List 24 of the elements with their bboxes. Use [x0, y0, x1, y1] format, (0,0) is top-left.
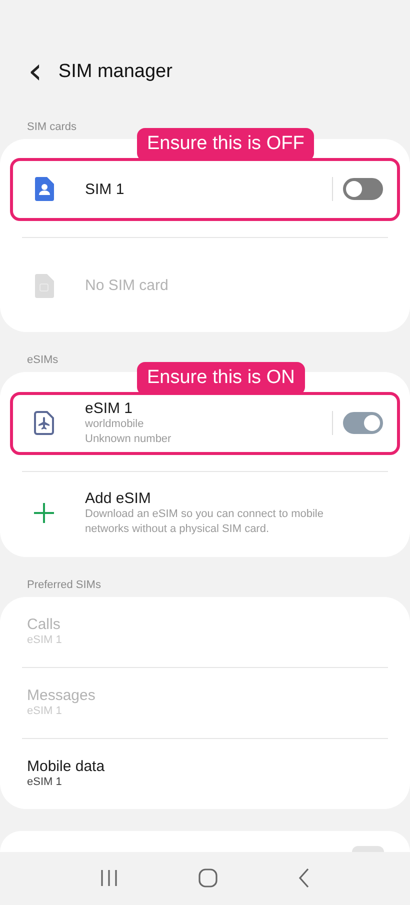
row-subtitle: eSIM 1	[27, 774, 63, 790]
row-title[interactable]: eSIM 1	[85, 400, 332, 417]
callout-label: Ensure this is OFF	[137, 128, 314, 161]
sim-card-person-icon	[34, 177, 54, 202]
row-subtitle: Download an eSIM so you can connect to mobile networks without a physical SIM card.	[85, 506, 324, 537]
back-button[interactable]: ‹	[22, 56, 48, 88]
row-subtitle: Unknown number	[85, 432, 172, 447]
page-title: SIM manager	[58, 61, 172, 83]
row-title[interactable]: SIM 1	[85, 180, 332, 198]
sim-card-icon	[34, 274, 54, 298]
row-title[interactable]: Mobile data	[27, 758, 383, 775]
section-label: eSIMs	[27, 354, 60, 366]
section-label: SIM cards	[27, 120, 78, 133]
row-subtitle: worldmobile	[85, 416, 145, 432]
back-nav-button[interactable]	[298, 868, 310, 888]
section-label: Preferred SIMs	[27, 578, 102, 591]
sim-card-airplane-icon	[33, 411, 55, 436]
row-title[interactable]: Add eSIM	[85, 490, 343, 507]
toggle-switch[interactable]	[343, 178, 383, 200]
recent-apps-button[interactable]	[100, 869, 118, 888]
callout-label: Ensure this is ON	[137, 362, 305, 395]
toggle-switch[interactable]	[343, 412, 383, 434]
plus-icon	[33, 502, 55, 524]
home-button[interactable]	[198, 868, 218, 888]
